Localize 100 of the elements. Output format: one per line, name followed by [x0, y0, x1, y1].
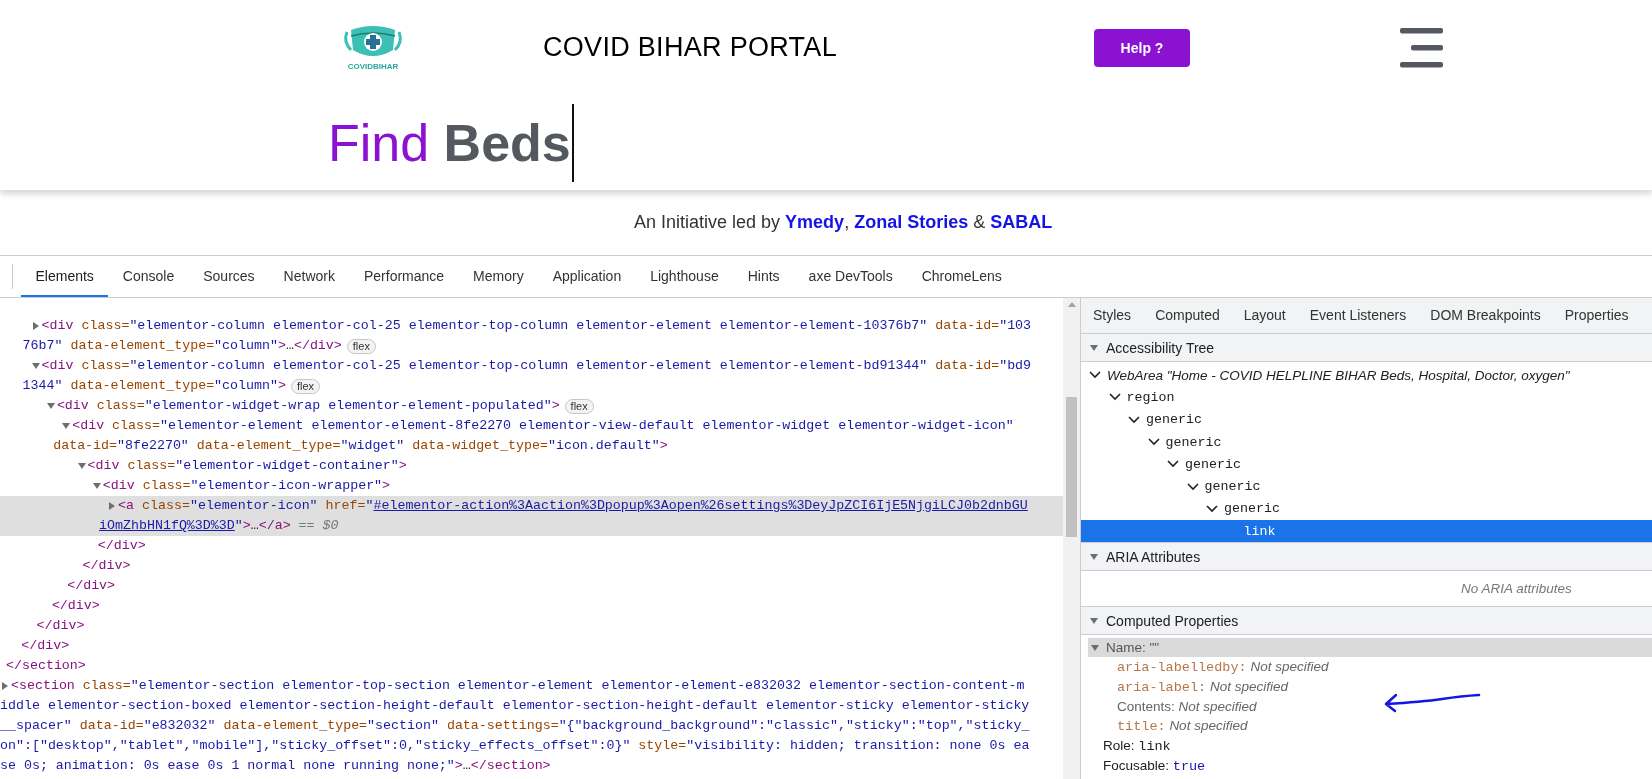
- triangle-icon[interactable]: [61, 422, 72, 430]
- closing-tag: </div>: [21, 636, 70, 656]
- logo-text: COVIDBIHAR: [347, 63, 399, 71]
- tree-node-label: link: [1243, 523, 1276, 539]
- closing-tag: </section>: [6, 656, 86, 676]
- tree-row[interactable]: generic: [1081, 430, 1652, 454]
- dom-node[interactable]: <div class="elementor-element elementor-element-8fe2270 elementor-view-default elementor-widget elementor-widget-icon" data-id="8fe2270" data-element_type="widget" data-widget_type="icon.default">: [0, 416, 1063, 456]
- menu-icon[interactable]: [1398, 26, 1444, 69]
- tree-node-label: generic: [1224, 501, 1280, 517]
- name-source: title: Not specified: [1117, 718, 1248, 735]
- html-code-line: 76b7" data-element_type="column">…</div>: [22, 337, 342, 355]
- devtools-tab[interactable]: Application: [538, 256, 636, 297]
- name-source: Contents: Not specified: [1117, 699, 1257, 715]
- devtools-tab[interactable]: Elements: [21, 256, 109, 297]
- chevron-icon[interactable]: [1167, 460, 1179, 469]
- sidebar-tab[interactable]: Layout: [1231, 298, 1298, 333]
- tree-node-label: WebArea "Home - COVID HELPLINE BIHAR Beds, Hospital, Doctor, oxygen": [1107, 367, 1570, 383]
- sidebar-tab[interactable]: Computed: [1143, 298, 1232, 333]
- dom-node[interactable]: <div class="elementor-icon-wrapper">: [0, 476, 1063, 496]
- closing-tag: </div>: [51, 596, 100, 616]
- triangle-icon[interactable]: [0, 682, 10, 690]
- tree-row[interactable]: generic: [1081, 497, 1652, 521]
- devtools-tab[interactable]: ChromeLens: [907, 256, 1017, 297]
- dom-node[interactable]: <a class="elementor-icon" href="#elementor-action%3Aaction%3Dpopup%3Aopen%26settings%3DeyJpZCI6IjE5NjgiLCJ0b2dnbGU iOmZhbHN1fQ%3D%3D">…</a> == $0: [0, 496, 1063, 536]
- devtools-tab[interactable]: Memory: [458, 256, 539, 297]
- closing-tag: </div>: [36, 616, 85, 636]
- dom-node[interactable]: <div class="elementor-widget-container">: [0, 456, 1063, 476]
- triangle-icon[interactable]: [1089, 616, 1099, 625]
- chevron-icon[interactable]: [1108, 393, 1121, 402]
- devtools-tab[interactable]: Hints: [733, 256, 795, 297]
- flex-badge[interactable]: flex: [346, 338, 376, 354]
- section-header[interactable]: ARIA Attributes: [1081, 542, 1652, 572]
- flex-badge[interactable]: flex: [564, 398, 594, 414]
- tree-row[interactable]: generic: [1081, 453, 1652, 476]
- flex-badge[interactable]: flex: [290, 378, 321, 394]
- chevron-icon[interactable]: [1206, 504, 1218, 513]
- closing-tag: </div>: [67, 576, 116, 596]
- name-row[interactable]: Name: "": [1088, 638, 1652, 658]
- section-title: Accessibility Tree: [1106, 339, 1215, 356]
- triangle-icon[interactable]: [1089, 552, 1099, 561]
- dom-node[interactable]: <div class="elementor-widget-wrap elementor-element-populated"> flex: [0, 396, 1063, 416]
- tree-row[interactable]: region: [1081, 386, 1652, 409]
- triangle-icon[interactable]: [30, 322, 41, 330]
- dom-node[interactable]: <div class="elementor-column elementor-col-25 elementor-top-column elementor-element elementor-element-10376b7" data-id="103 76b7" data-element_type="column">…</div> flex: [0, 316, 1063, 356]
- property-row: Focusable: true: [1103, 757, 1206, 774]
- page-heading: Find Beds: [328, 116, 571, 169]
- devtools-tab[interactable]: Lighthouse: [635, 256, 734, 297]
- sidebar-tab[interactable]: DOM Breakpoints: [1418, 298, 1553, 333]
- html-code-line: <div class="elementor-element elementor-element-8fe2270 elementor-view-default elementor-widget elementor-widget-icon": [72, 417, 1014, 435]
- html-code-line: __spacer" data-id="e832032" data-element_type="section" data-settings="{"background_background":"classic","sticky":"top","sticky_: [0, 717, 1030, 735]
- html-code-line: <div class="elementor-column elementor-col-25 elementor-top-column elementor-element elementor-element-bd91344" data-id="bd9: [41, 357, 1032, 375]
- devtools-tab[interactable]: Sources: [188, 256, 270, 297]
- section-header[interactable]: Accessibility Tree: [1081, 334, 1652, 362]
- html-code-line: 1344" data-element_type="column">: [22, 377, 286, 395]
- devtools-tab[interactable]: axe DevTools: [794, 256, 908, 297]
- devtools-tab[interactable]: Console: [108, 256, 189, 297]
- chevron-icon[interactable]: [1089, 371, 1101, 380]
- sidebar-tab[interactable]: Properties: [1552, 298, 1641, 333]
- triangle-icon[interactable]: [91, 482, 102, 490]
- section-title: Computed Properties: [1106, 612, 1239, 629]
- triangle-icon[interactable]: [76, 462, 87, 470]
- sidebar-tab[interactable]: Event Listeners: [1297, 298, 1419, 333]
- devtools-tab[interactable]: Performance: [349, 256, 459, 297]
- triangle-icon[interactable]: [30, 362, 41, 370]
- empty-message: No ARIA attributes: [1461, 581, 1572, 597]
- chevron-icon[interactable]: [1147, 438, 1160, 447]
- tree-row[interactable]: generic: [1081, 475, 1652, 498]
- triangle-icon[interactable]: [1089, 343, 1099, 352]
- name-source: aria-label: Not specified: [1117, 678, 1288, 695]
- scrollbar-thumb[interactable]: [1066, 397, 1077, 537]
- html-code-line: se 0s; animation: 0s ease 0s 1 normal none running none;">…</section>: [0, 757, 551, 775]
- section-header[interactable]: Computed Properties: [1081, 606, 1652, 636]
- name-label: Name: "": [1106, 640, 1160, 656]
- tree-node-label: generic: [1204, 479, 1261, 495]
- tree-node-label: generic: [1165, 434, 1222, 450]
- closing-tag: </div>: [97, 536, 146, 556]
- html-code-line: <a class="elementor-icon" href="#elementor-action%3Aaction%3Dpopup%3Aopen%26settings%3DeyJpZCI6IjE5NjgiLCJ0b2dnbGU: [118, 497, 1028, 515]
- html-code-line: <div class="elementor-widget-wrap elementor-element-populated">: [56, 397, 560, 415]
- href-link[interactable]: #elementor-action%3Aaction%3Dpopup%3Aopen%26settings%3DeyJpZCI6IjE5NjgiLCJ0b2dnbGU: [373, 498, 1028, 513]
- tree-row[interactable]: WebArea "Home - COVID HELPLINE BIHAR Beds, Hospital, Doctor, oxygen": [1081, 364, 1652, 387]
- devtools-tab[interactable]: Network: [269, 256, 350, 297]
- section-title: ARIA Attributes: [1106, 548, 1201, 565]
- html-code-line: <div class="elementor-icon-wrapper">: [102, 477, 391, 495]
- href-link[interactable]: iOmZhbHN1fQ%3D%3D: [99, 518, 235, 533]
- triangle-icon[interactable]: [45, 402, 56, 410]
- selected-tree-row[interactable]: link: [1081, 520, 1652, 543]
- html-code-line: iOmZhbHN1fQ%3D%3D">…</a> == $0: [99, 517, 339, 535]
- tree-row[interactable]: generic: [1081, 408, 1652, 431]
- triangle-icon[interactable]: [1090, 643, 1100, 652]
- html-code-line: <section class="elementor-section elementor-top-section elementor-element elementor-element-e832032 elementor-section-content-m: [11, 677, 1025, 695]
- closing-tag: </div>: [82, 556, 131, 576]
- chevron-icon[interactable]: [1186, 482, 1199, 491]
- sidebar-tab[interactable]: Styles: [1081, 298, 1144, 333]
- html-code-line: <div class="elementor-column elementor-col-25 elementor-top-column elementor-element elementor-element-10376b7" data-id="103: [41, 317, 1032, 335]
- html-code-line: iddle elementor-section-boxed elementor-section-height-default elementor-section-height-default elementor-sticky elementor-sticky: [0, 697, 1030, 715]
- chevron-icon[interactable]: [1128, 415, 1140, 424]
- html-code-line: on":["desktop","tablet","mobile"],"sticky_offset":0,"sticky_effects_offset":0}" style="visibility: hidden; transition: none 0s ea: [0, 737, 1030, 755]
- tree-node-label: generic: [1146, 412, 1202, 428]
- help-button[interactable]: Help ?: [1094, 28, 1190, 67]
- property-row: Role: link: [1103, 737, 1171, 754]
